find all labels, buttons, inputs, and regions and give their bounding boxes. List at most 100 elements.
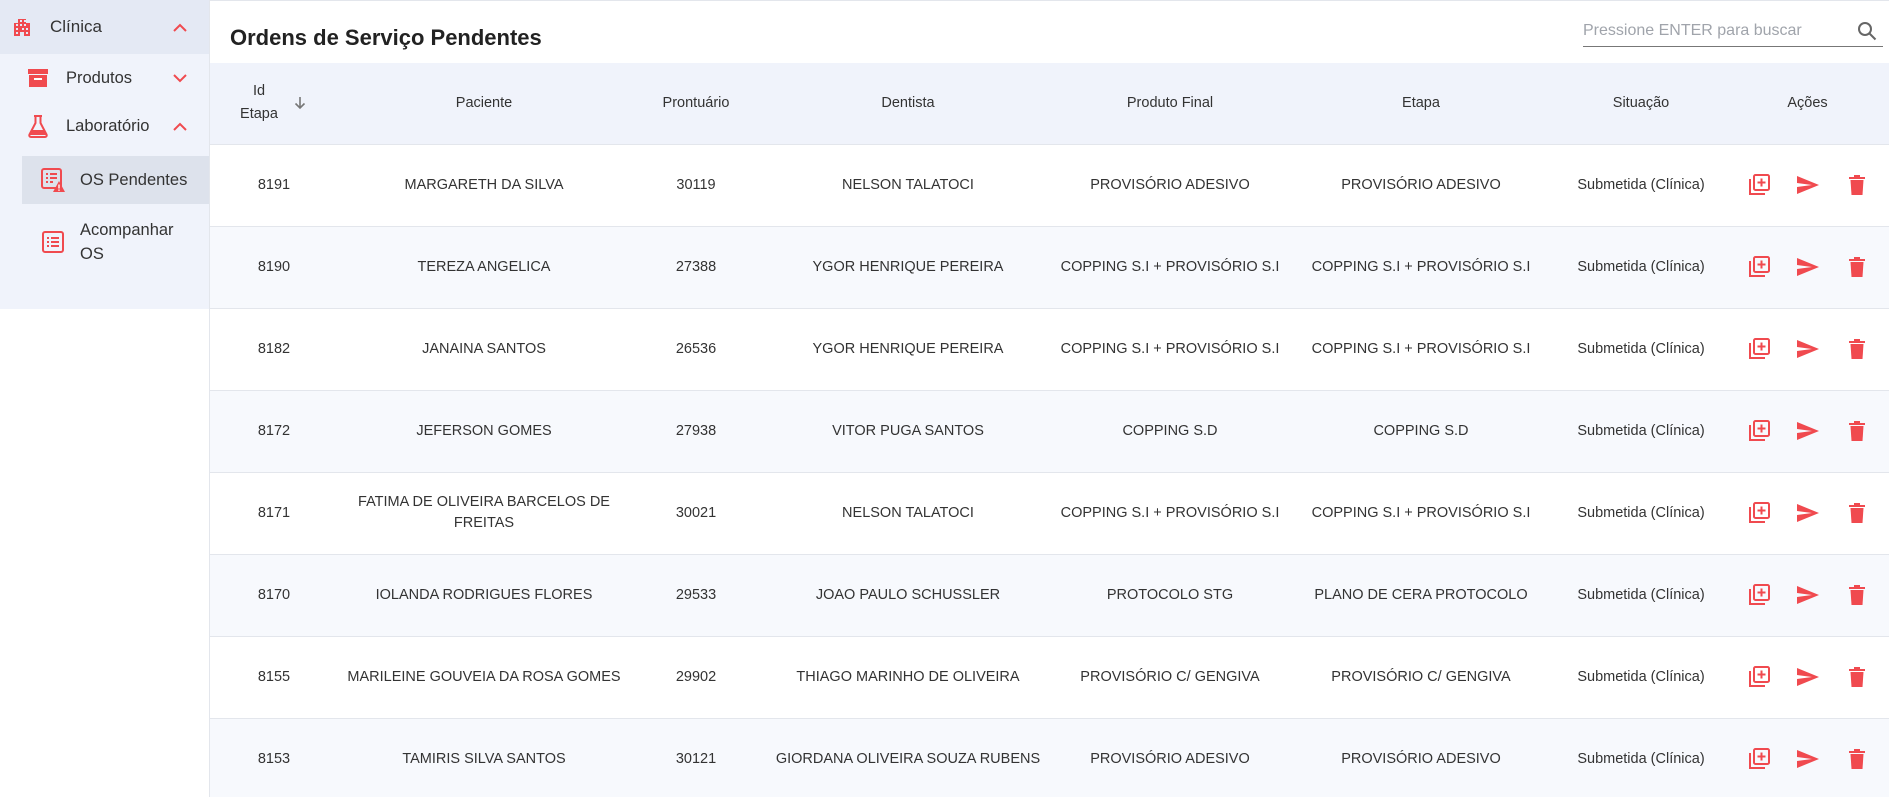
sidebar-group-produtos[interactable]: Produtos bbox=[0, 54, 209, 102]
sort-arrow-down-icon[interactable] bbox=[292, 95, 308, 111]
cell-paciente: TAMIRIS SILVA SANTOS bbox=[402, 750, 566, 767]
trash-icon[interactable] bbox=[1843, 418, 1870, 445]
table-row[interactable]: 8155 MARILEINE GOUVEIA DA ROSA GOMES 299… bbox=[210, 636, 1889, 718]
column-header-paciente[interactable]: Paciente bbox=[338, 63, 630, 144]
cell-dentista: JOAO PAULO SCHUSSLER bbox=[815, 586, 1001, 603]
table-row[interactable]: 8191 MARGARETH DA SILVA 30119 NELSON TAL… bbox=[210, 144, 1889, 226]
cell-situacao: Submetida (Clínica) bbox=[1577, 176, 1705, 193]
table-row[interactable]: 8182 JANAINA SANTOS 26536 YGOR HENRIQUE … bbox=[210, 308, 1889, 390]
sidebar-item-os-pendentes[interactable]: OS Pendentes bbox=[22, 156, 209, 204]
row-actions bbox=[1732, 254, 1883, 281]
cell-acoes bbox=[1726, 226, 1889, 308]
cell-paciente: TEREZA ANGELICA bbox=[417, 258, 551, 275]
trash-icon[interactable] bbox=[1843, 664, 1870, 691]
cell-id: 8171 bbox=[257, 504, 291, 521]
add-copy-icon[interactable] bbox=[1745, 254, 1772, 281]
sidebar-group-label: Laboratório bbox=[66, 116, 150, 135]
cell-etapa: PROVISÓRIO ADESIVO bbox=[1341, 176, 1501, 193]
table-row[interactable]: 8172 JEFERSON GOMES 27938 VITOR PUGA SAN… bbox=[210, 390, 1889, 472]
building-icon bbox=[10, 15, 34, 39]
sidebar-group-label: Produtos bbox=[66, 68, 133, 87]
column-header-produto-final[interactable]: Produto Final bbox=[1054, 63, 1286, 144]
cell-dentista: NELSON TALATOCI bbox=[842, 176, 974, 193]
row-actions bbox=[1732, 582, 1883, 609]
orders-table: Id Etapa Paciente Prontuário Dentista Pro… bbox=[210, 63, 1889, 797]
list-icon bbox=[40, 229, 66, 255]
table-row[interactable]: 8153 TAMIRIS SILVA SANTOS 30121 GIORDANA… bbox=[210, 718, 1889, 797]
cell-produto-final: COPPING S.I + PROVISÓRIO S.I bbox=[1060, 504, 1280, 521]
cell-dentista: THIAGO MARINHO DE OLIVEIRA bbox=[796, 668, 1020, 685]
cell-acoes bbox=[1726, 636, 1889, 718]
add-copy-icon[interactable] bbox=[1745, 336, 1772, 363]
flask-icon bbox=[26, 114, 50, 138]
cell-etapa: COPPING S.I + PROVISÓRIO S.I bbox=[1311, 504, 1531, 521]
cell-produto-final: PROVISÓRIO ADESIVO bbox=[1090, 750, 1250, 767]
cell-prontuario: 29902 bbox=[675, 668, 717, 685]
search-icon[interactable] bbox=[1855, 19, 1879, 43]
cell-produto-final: COPPING S.D bbox=[1122, 422, 1218, 439]
row-actions bbox=[1732, 746, 1883, 773]
trash-icon[interactable] bbox=[1843, 746, 1870, 773]
trash-icon[interactable] bbox=[1843, 336, 1870, 363]
table-header-row: Id Etapa Paciente Prontuário Dentista Pro… bbox=[210, 63, 1889, 144]
add-copy-icon[interactable] bbox=[1745, 664, 1772, 691]
cell-situacao: Submetida (Clínica) bbox=[1577, 668, 1705, 685]
cell-situacao: Submetida (Clínica) bbox=[1577, 340, 1705, 357]
row-actions bbox=[1732, 336, 1883, 363]
sidebar-group-clinica[interactable]: Clínica bbox=[0, 0, 209, 54]
trash-icon[interactable] bbox=[1843, 172, 1870, 199]
cell-dentista: YGOR HENRIQUE PEREIRA bbox=[812, 340, 1004, 357]
add-copy-icon[interactable] bbox=[1745, 500, 1772, 527]
table-body: 8191 MARGARETH DA SILVA 30119 NELSON TAL… bbox=[210, 144, 1889, 797]
cell-dentista: VITOR PUGA SANTOS bbox=[832, 422, 984, 439]
column-header-acoes: Ações bbox=[1787, 95, 1828, 112]
send-icon[interactable] bbox=[1794, 746, 1821, 773]
column-header-dentista[interactable]: Dentista bbox=[762, 63, 1054, 144]
cell-id: 8172 bbox=[257, 422, 291, 439]
trash-icon[interactable] bbox=[1843, 582, 1870, 609]
add-copy-icon[interactable] bbox=[1745, 746, 1772, 773]
sidebar-menu: Clínica Produtos Laboratório OS Pendente… bbox=[0, 0, 209, 309]
cell-situacao: Submetida (Clínica) bbox=[1577, 504, 1705, 521]
send-icon[interactable] bbox=[1794, 172, 1821, 199]
column-header-id-etapa[interactable]: Id Etapa bbox=[210, 63, 338, 144]
table-row[interactable]: 8171 FATIMA DE OLIVEIRA BARCELOS DE FREI… bbox=[210, 472, 1889, 554]
sidebar-group-laboratorio[interactable]: Laboratório bbox=[0, 102, 209, 150]
search-box bbox=[1583, 15, 1883, 47]
cell-acoes bbox=[1726, 472, 1889, 554]
column-header-etapa[interactable]: Etapa bbox=[1286, 63, 1556, 144]
cell-etapa: PROVISÓRIO C/ GENGIVA bbox=[1331, 668, 1511, 685]
table-row[interactable]: 8190 TEREZA ANGELICA 27388 YGOR HENRIQUE… bbox=[210, 226, 1889, 308]
trash-icon[interactable] bbox=[1843, 500, 1870, 527]
cell-paciente: MARILEINE GOUVEIA DA ROSA GOMES bbox=[347, 668, 621, 685]
list-warning-icon bbox=[40, 167, 66, 193]
main-content: Ordens de Serviço Pendentes IdEtapa bbox=[210, 0, 1889, 797]
cell-paciente: MARGARETH DA SILVA bbox=[404, 176, 564, 193]
cell-situacao: Submetida (Clínica) bbox=[1577, 422, 1705, 439]
send-icon[interactable] bbox=[1794, 254, 1821, 281]
send-icon[interactable] bbox=[1794, 418, 1821, 445]
cell-produto-final: PROVISÓRIO ADESIVO bbox=[1090, 176, 1250, 193]
send-icon[interactable] bbox=[1794, 336, 1821, 363]
trash-icon[interactable] bbox=[1843, 254, 1870, 281]
sidebar-item-acompanhar-os[interactable]: Acompanhar OS bbox=[22, 204, 209, 280]
send-icon[interactable] bbox=[1794, 582, 1821, 609]
sidebar: Clínica Produtos Laboratório OS Pendente… bbox=[0, 0, 210, 797]
column-header-prontuario[interactable]: Prontuário bbox=[630, 63, 762, 144]
add-copy-icon[interactable] bbox=[1745, 172, 1772, 199]
cell-paciente: FATIMA DE OLIVEIRA BARCELOS DE FREITAS bbox=[358, 494, 610, 531]
cell-id: 8153 bbox=[257, 750, 291, 767]
cell-situacao: Submetida (Clínica) bbox=[1577, 586, 1705, 603]
sidebar-item-label: OS Pendentes bbox=[80, 171, 188, 189]
add-copy-icon[interactable] bbox=[1745, 418, 1772, 445]
cell-paciente: JEFERSON GOMES bbox=[416, 422, 552, 439]
cell-situacao: Submetida (Clínica) bbox=[1577, 258, 1705, 275]
add-copy-icon[interactable] bbox=[1745, 582, 1772, 609]
search-input[interactable] bbox=[1583, 21, 1855, 40]
page-title: Ordens de Serviço Pendentes bbox=[230, 25, 542, 50]
page-header: Ordens de Serviço Pendentes bbox=[210, 1, 1889, 63]
table-row[interactable]: 8170 IOLANDA RODRIGUES FLORES 29533 JOAO… bbox=[210, 554, 1889, 636]
send-icon[interactable] bbox=[1794, 664, 1821, 691]
send-icon[interactable] bbox=[1794, 500, 1821, 527]
column-header-situacao[interactable]: Situação bbox=[1556, 63, 1726, 144]
